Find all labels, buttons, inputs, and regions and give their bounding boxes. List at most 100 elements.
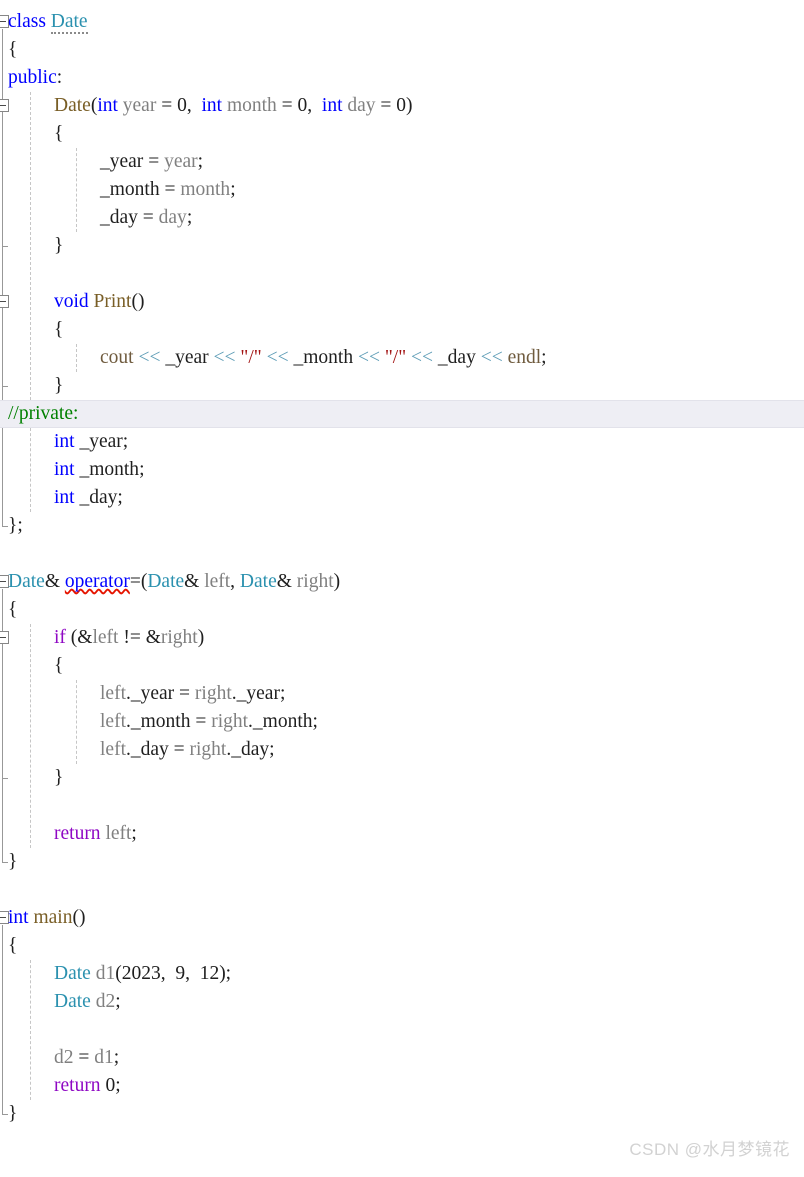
indent-guide bbox=[76, 680, 77, 764]
code-line[interactable]: public: bbox=[0, 64, 804, 92]
indent-guide bbox=[30, 92, 31, 400]
code-token: = bbox=[174, 683, 195, 704]
code-line[interactable]: { bbox=[0, 36, 804, 64]
code-token: Date bbox=[54, 963, 91, 984]
code-token: _month bbox=[100, 179, 160, 200]
code-line[interactable]: _day = day; bbox=[0, 204, 804, 232]
code-line[interactable]: class Date bbox=[0, 8, 804, 36]
code-token: } bbox=[54, 235, 64, 256]
code-token: right bbox=[296, 571, 334, 592]
code-line[interactable]: { bbox=[0, 596, 804, 624]
code-line-text: left._month = right._month; bbox=[100, 708, 318, 736]
code-line[interactable]: { bbox=[0, 316, 804, 344]
code-line[interactable]: Date d2; bbox=[0, 988, 804, 1016]
code-line-text: { bbox=[8, 36, 17, 64]
code-token: left bbox=[100, 683, 126, 704]
code-token: _year bbox=[100, 151, 144, 172]
code-line[interactable]: } bbox=[0, 232, 804, 260]
code-line[interactable]: //private: bbox=[0, 400, 804, 428]
code-line[interactable] bbox=[0, 1016, 804, 1044]
code-line[interactable]: void Print() bbox=[0, 288, 804, 316]
code-line[interactable]: } bbox=[0, 1100, 804, 1128]
code-line[interactable]: if (&left != &right) bbox=[0, 624, 804, 652]
code-line[interactable]: left._year = right._year; bbox=[0, 680, 804, 708]
code-line[interactable] bbox=[0, 540, 804, 568]
code-line[interactable]: int _month; bbox=[0, 456, 804, 484]
code-line[interactable]: int main() bbox=[0, 904, 804, 932]
code-token: right bbox=[160, 627, 198, 648]
code-line-text: _year = year; bbox=[100, 148, 203, 176]
code-line[interactable]: { bbox=[0, 932, 804, 960]
code-token: Date bbox=[8, 571, 45, 592]
code-token: 0 bbox=[105, 1075, 116, 1096]
code-line[interactable]: { bbox=[0, 652, 804, 680]
code-token: = bbox=[143, 151, 165, 172]
code-token: = bbox=[129, 571, 141, 592]
code-token: _year bbox=[130, 683, 175, 704]
code-token: } bbox=[8, 851, 18, 872]
code-text-area[interactable]: class Date{public: Date(int year = 0, int… bbox=[0, 8, 804, 1128]
code-token: = bbox=[137, 207, 159, 228]
code-line-text: //private: bbox=[8, 401, 78, 427]
code-line-text: public: bbox=[8, 64, 62, 92]
code-token: year bbox=[122, 95, 157, 116]
code-line-text: { bbox=[8, 596, 17, 624]
code-line[interactable]: int _day; bbox=[0, 484, 804, 512]
code-line[interactable]: }; bbox=[0, 512, 804, 540]
code-token: right bbox=[211, 711, 249, 732]
code-token: { bbox=[8, 935, 18, 956]
code-line[interactable]: int _year; bbox=[0, 428, 804, 456]
code-line[interactable]: _year = year; bbox=[0, 148, 804, 176]
code-line-text: } bbox=[54, 372, 63, 400]
code-line[interactable]: left._day = right._day; bbox=[0, 736, 804, 764]
code-line[interactable]: Date& operator=(Date& left, Date& right) bbox=[0, 568, 804, 596]
code-line[interactable]: } bbox=[0, 764, 804, 792]
code-line[interactable] bbox=[0, 260, 804, 288]
code-token: { bbox=[54, 655, 64, 676]
code-line[interactable]: Date(int year = 0, int month = 0, int da… bbox=[0, 92, 804, 120]
code-line[interactable] bbox=[0, 876, 804, 904]
code-token: 0 bbox=[396, 95, 407, 116]
code-token: cout bbox=[100, 347, 134, 368]
code-line[interactable]: d2 = d1; bbox=[0, 1044, 804, 1072]
code-line[interactable]: } bbox=[0, 848, 804, 876]
code-token: day bbox=[347, 95, 376, 116]
code-line[interactable]: return left; bbox=[0, 820, 804, 848]
code-token: = bbox=[276, 95, 298, 116]
code-line[interactable]: } bbox=[0, 372, 804, 400]
code-token: left bbox=[105, 823, 132, 844]
code-line-text: return left; bbox=[54, 820, 137, 848]
code-token: }; bbox=[8, 515, 23, 536]
code-token: _day bbox=[130, 739, 169, 760]
code-token: () bbox=[72, 907, 86, 928]
code-token: , bbox=[230, 571, 240, 592]
code-token: _year bbox=[236, 683, 280, 704]
code-line[interactable]: cout << _year << "/" << _month << "/" <<… bbox=[0, 344, 804, 372]
code-token: operator bbox=[64, 571, 130, 592]
code-line[interactable] bbox=[0, 792, 804, 820]
code-line[interactable]: { bbox=[0, 120, 804, 148]
code-token: _year bbox=[79, 431, 123, 452]
csdn-watermark: CSDN @水月梦镜花 bbox=[629, 1140, 790, 1159]
code-token: year bbox=[164, 151, 198, 172]
code-line-text: int _month; bbox=[54, 456, 144, 484]
code-token: Date bbox=[239, 571, 277, 592]
code-token: _day bbox=[437, 347, 476, 368]
code-line[interactable]: Date d1(2023, 9, 12); bbox=[0, 960, 804, 988]
code-token: d2 bbox=[95, 991, 116, 1012]
code-token: d1 bbox=[95, 963, 116, 984]
code-token: int bbox=[321, 95, 343, 116]
code-token: ; bbox=[312, 711, 318, 732]
code-token: = bbox=[73, 1047, 95, 1068]
code-token: = bbox=[156, 95, 178, 116]
code-line[interactable]: _month = month; bbox=[0, 176, 804, 204]
code-line[interactable]: left._month = right._month; bbox=[0, 708, 804, 736]
code-token: , bbox=[160, 963, 176, 984]
code-token: return bbox=[54, 823, 101, 844]
code-line[interactable]: return 0; bbox=[0, 1072, 804, 1100]
code-token: ; bbox=[115, 1075, 121, 1096]
code-editor-surface[interactable]: class Date{public: Date(int year = 0, int… bbox=[0, 0, 804, 1177]
code-line-text: } bbox=[8, 848, 17, 876]
code-token: _month bbox=[293, 347, 354, 368]
code-token: = bbox=[168, 739, 190, 760]
